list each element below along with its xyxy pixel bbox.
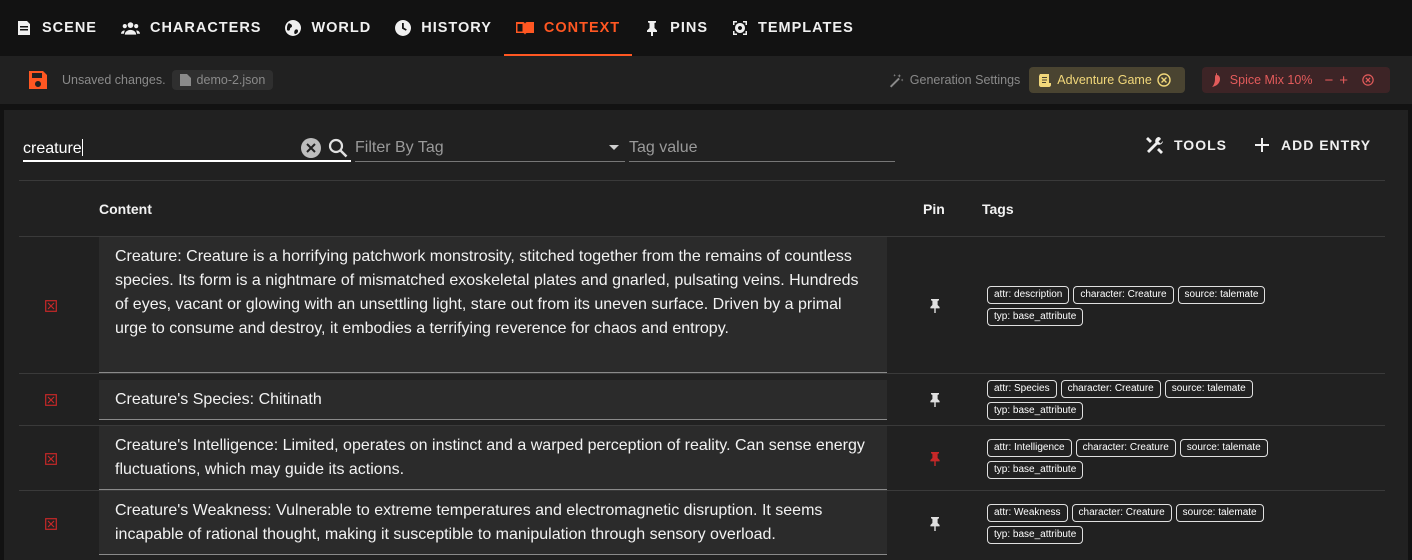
tag-badge[interactable]: character: Creature xyxy=(1075,439,1176,457)
scene-icon xyxy=(18,21,30,35)
filter-bar: creature Filter By Tag Tag value TOOLS A… xyxy=(23,134,1408,164)
tab-pins[interactable]: PINS xyxy=(632,0,720,56)
add-entry-button[interactable]: ADD ENTRY xyxy=(1253,136,1371,154)
clear-search-icon[interactable] xyxy=(301,138,321,158)
tag-badge[interactable]: character: Creature xyxy=(1060,380,1161,398)
context-table: Content Pin Tags Creature: Creature is a… xyxy=(19,180,1385,556)
tag-list: attr: description character: Creature so… xyxy=(987,286,1317,326)
column-header-tags: Tags xyxy=(982,201,1014,217)
tag-filter-select[interactable]: Filter By Tag xyxy=(355,134,625,162)
tag-badge[interactable]: attr: Species xyxy=(987,380,1057,398)
tag-badge[interactable]: typ: base_attribute xyxy=(987,308,1084,326)
tab-label: HISTORY xyxy=(421,20,492,36)
file-name: demo-2.json xyxy=(196,73,266,87)
tab-history[interactable]: HISTORY xyxy=(383,0,504,56)
table-row: Creature's Intelligence: Limited, operat… xyxy=(19,426,1385,491)
tag-badge[interactable]: source: talemate xyxy=(1179,439,1268,457)
file-icon xyxy=(179,74,191,86)
tab-label: PINS xyxy=(670,20,709,36)
tab-label: WORLD xyxy=(311,20,372,36)
generation-settings-button[interactable]: Generation Settings xyxy=(889,73,1021,88)
script-icon xyxy=(1039,74,1052,87)
tag-badge[interactable]: attr: Weakness xyxy=(987,504,1068,522)
history-icon xyxy=(395,20,412,36)
tab-world[interactable]: WORLD xyxy=(273,0,383,56)
delete-icon[interactable] xyxy=(45,300,57,312)
preset-chip[interactable]: Adventure Game xyxy=(1029,67,1185,93)
tag-badge[interactable]: source: talemate xyxy=(1177,286,1266,304)
tag-list: attr: Weakness character: Creature sourc… xyxy=(987,504,1317,544)
tab-scene[interactable]: SCENE xyxy=(4,0,109,56)
tab-label: CONTEXT xyxy=(543,20,621,36)
column-header-content: Content xyxy=(99,201,152,217)
chili-pepper-icon xyxy=(1211,73,1220,87)
table-header: Content Pin Tags xyxy=(19,180,1385,237)
pin-icon[interactable] xyxy=(930,517,940,531)
tag-badge[interactable]: typ: base_attribute xyxy=(987,461,1084,479)
pin-icon[interactable] xyxy=(930,393,940,407)
pin-icon xyxy=(647,21,658,36)
tools-label: TOOLS xyxy=(1174,137,1227,153)
tools-icon xyxy=(1146,137,1163,154)
magic-wand-icon xyxy=(889,73,904,88)
tag-badge[interactable]: typ: base_attribute xyxy=(987,402,1084,420)
tools-button[interactable]: TOOLS xyxy=(1146,136,1227,154)
tag-badge[interactable]: attr: description xyxy=(987,286,1070,304)
tag-badge[interactable]: source: talemate xyxy=(1164,380,1253,398)
context-icon xyxy=(515,22,534,35)
tab-characters[interactable]: CHARACTERS xyxy=(109,0,274,56)
entry-content[interactable]: Creature's Intelligence: Limited, operat… xyxy=(99,426,887,490)
tab-context[interactable]: CONTEXT xyxy=(503,0,633,56)
entry-content[interactable]: Creature: Creature is a horrifying patch… xyxy=(99,237,887,373)
tag-badge[interactable]: character: Creature xyxy=(1071,504,1172,522)
tab-label: TEMPLATES xyxy=(758,20,854,36)
column-header-pin: Pin xyxy=(923,201,945,217)
context-panel: creature Filter By Tag Tag value TOOLS A… xyxy=(4,110,1408,560)
tab-templates[interactable]: TEMPLATES xyxy=(720,0,866,56)
tab-label: SCENE xyxy=(42,20,97,36)
tag-badge[interactable]: typ: base_attribute xyxy=(987,526,1084,544)
tag-value-input[interactable]: Tag value xyxy=(629,134,895,162)
add-entry-label: ADD ENTRY xyxy=(1281,137,1372,153)
search-icon[interactable] xyxy=(328,138,348,158)
table-row: Creature: Creature is a horrifying patch… xyxy=(19,237,1385,374)
tab-label: CHARACTERS xyxy=(149,20,262,36)
templates-icon xyxy=(733,21,748,35)
spice-chip: Spice Mix 10% − + xyxy=(1201,67,1390,93)
tag-value-placeholder: Tag value xyxy=(629,139,698,156)
spice-label: Spice Mix 10% xyxy=(1229,73,1313,87)
search-value: creature xyxy=(23,140,82,157)
delete-icon[interactable] xyxy=(45,394,57,406)
spice-decrease-button[interactable]: − xyxy=(1324,72,1333,89)
unsaved-changes-text: Unsaved changes. xyxy=(62,73,166,87)
entry-content[interactable]: Creature's Weakness: Vulnerable to extre… xyxy=(99,491,887,555)
close-icon[interactable] xyxy=(1362,73,1374,87)
tag-filter-placeholder: Filter By Tag xyxy=(355,139,444,156)
top-nav: SCENE CHARACTERS WORLD HISTORY CONTEXT P… xyxy=(0,0,1412,56)
delete-icon[interactable] xyxy=(45,453,57,465)
status-bar: Unsaved changes. demo-2.json Generation … xyxy=(0,56,1412,104)
tag-list: attr: Species character: Creature source… xyxy=(987,380,1317,420)
save-icon[interactable] xyxy=(28,70,48,90)
close-icon[interactable] xyxy=(1157,73,1171,87)
file-name-chip: demo-2.json xyxy=(171,70,274,90)
delete-icon[interactable] xyxy=(45,518,57,530)
characters-icon xyxy=(120,22,140,35)
table-row: Creature's Species: Chitinath attr: Spec… xyxy=(19,374,1385,426)
search-input[interactable]: creature xyxy=(23,134,351,162)
tag-badge[interactable]: character: Creature xyxy=(1073,286,1174,304)
table-row: Creature's Weakness: Vulnerable to extre… xyxy=(19,491,1385,556)
chevron-down-icon xyxy=(609,145,619,150)
generation-settings-label: Generation Settings xyxy=(909,73,1021,87)
entry-content[interactable]: Creature's Species: Chitinath xyxy=(99,380,887,420)
world-icon xyxy=(285,20,302,36)
spice-increase-button[interactable]: + xyxy=(1339,72,1348,89)
pin-icon[interactable] xyxy=(930,452,940,466)
preset-label: Adventure Game xyxy=(1057,73,1152,87)
pin-icon[interactable] xyxy=(930,299,940,313)
tag-badge[interactable]: source: talemate xyxy=(1175,504,1264,522)
tag-badge[interactable]: attr: Intelligence xyxy=(987,439,1072,457)
plus-icon xyxy=(1255,138,1269,152)
tag-list: attr: Intelligence character: Creature s… xyxy=(987,439,1317,479)
